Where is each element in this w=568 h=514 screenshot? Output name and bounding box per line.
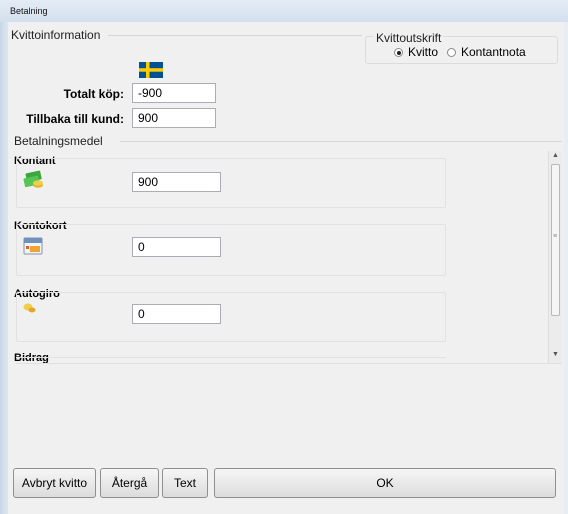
cash-amount-field[interactable]: 900 <box>132 172 221 192</box>
receipt-radio[interactable] <box>394 48 403 57</box>
payment-scrollbar[interactable]: ▲ ≡ ▼ <box>548 151 562 363</box>
scrollbar-thumb[interactable]: ≡ <box>551 164 560 316</box>
ok-button[interactable]: OK <box>214 468 556 498</box>
receipt-radio-label[interactable]: Kvitto <box>408 45 438 59</box>
swedish-flag-icon <box>139 62 163 78</box>
card-amount-field[interactable]: 0 <box>132 237 221 257</box>
autogiro-amount-field[interactable]: 0 <box>132 304 221 324</box>
window-left-edge <box>0 22 8 514</box>
grant-method-panel <box>16 357 446 358</box>
receipt-info-divider <box>108 35 362 36</box>
window-title: Betalning <box>10 6 48 16</box>
payment-methods-title: Betalningsmedel <box>14 134 103 148</box>
scroll-up-icon[interactable]: ▲ <box>552 152 559 159</box>
cancel-receipt-button[interactable]: Avbryt kvitto <box>13 468 96 498</box>
autogiro-icon <box>23 303 36 313</box>
change-label: Tillbaka till kund: <box>26 112 124 126</box>
total-field[interactable]: -900 <box>132 83 216 103</box>
grip-icon: ≡ <box>553 233 558 240</box>
cash-icon <box>23 170 43 188</box>
payment-dialog: Kvittoinformation Totalt köp: -900 Tillb… <box>8 22 564 514</box>
cash-method-panel <box>16 158 446 208</box>
cash-note-radio[interactable] <box>447 48 456 57</box>
payment-area-bottom-border <box>16 363 562 364</box>
total-label: Totalt köp: <box>63 87 124 101</box>
payment-methods-divider <box>120 141 562 142</box>
receipt-print-title: Kvittoutskrift <box>374 31 444 45</box>
cash-note-radio-label[interactable]: Kontantnota <box>461 45 526 59</box>
change-field[interactable]: 900 <box>132 108 216 128</box>
receipt-info-title: Kvittoinformation <box>11 28 101 42</box>
text-button[interactable]: Text <box>162 468 208 498</box>
card-method-panel <box>16 224 446 276</box>
scroll-down-icon[interactable]: ▼ <box>552 351 559 358</box>
window-titlebar: Betalning <box>0 0 568 22</box>
card-icon <box>23 237 43 255</box>
back-button[interactable]: Återgå <box>100 468 159 498</box>
autogiro-method-panel <box>16 292 446 342</box>
